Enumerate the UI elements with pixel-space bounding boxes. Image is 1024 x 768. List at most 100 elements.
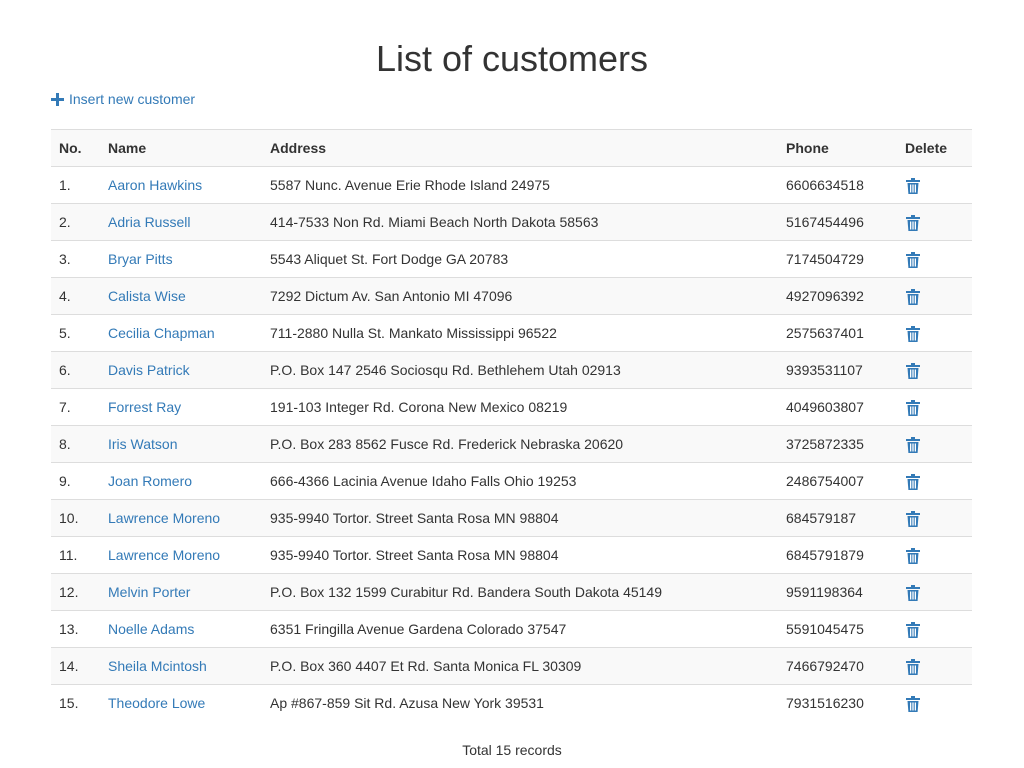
customer-name-link[interactable]: Adria Russell [108, 214, 190, 230]
customer-name-link[interactable]: Noelle Adams [108, 621, 194, 637]
address-cell: P.O. Box 132 1599 Curabitur Rd. Bandera … [262, 573, 778, 611]
header-no: No. [51, 129, 100, 167]
row-number: 3. [51, 240, 100, 278]
customer-name-link[interactable]: Lawrence Moreno [108, 547, 220, 563]
address-cell: Ap #867-859 Sit Rd. Azusa New York 39531 [262, 684, 778, 722]
address-cell: P.O. Box 283 8562 Fusce Rd. Frederick Ne… [262, 425, 778, 463]
customer-name-link[interactable]: Cecilia Chapman [108, 325, 215, 341]
address-cell: P.O. Box 360 4407 Et Rd. Santa Monica FL… [262, 647, 778, 685]
row-number: 15. [51, 684, 100, 722]
customer-name-link[interactable]: Lawrence Moreno [108, 510, 220, 526]
trash-icon[interactable] [906, 658, 920, 675]
phone-cell: 6845791879 [778, 536, 897, 574]
table-row: 13. Noelle Adams 6351 Fringilla Avenue Gar… [51, 610, 972, 648]
customer-name-link[interactable]: Davis Patrick [108, 362, 190, 378]
address-cell: 414-7533 Non Rd. Miami Beach North Dakot… [262, 203, 778, 241]
row-number: 13. [51, 610, 100, 648]
row-number: 6. [51, 351, 100, 389]
name-cell: Aaron Hawkins [100, 166, 262, 204]
customer-name-link[interactable]: Calista Wise [108, 288, 186, 304]
row-number: 10. [51, 499, 100, 537]
row-number: 12. [51, 573, 100, 611]
table-row: 3. Bryar Pitts 5543 Aliquet St. Fort Dodge… [51, 240, 972, 278]
address-cell: 191-103 Integer Rd. Corona New Mexico 08… [262, 388, 778, 426]
delete-cell [897, 166, 972, 204]
customer-name-link[interactable]: Aaron Hawkins [108, 177, 202, 193]
row-number: 11. [51, 536, 100, 574]
address-cell: P.O. Box 147 2546 Sociosqu Rd. Bethlehem… [262, 351, 778, 389]
name-cell: Calista Wise [100, 277, 262, 315]
name-cell: Adria Russell [100, 203, 262, 241]
customer-name-link[interactable]: Bryar Pitts [108, 251, 173, 267]
phone-cell: 2486754007 [778, 462, 897, 500]
table-row: 1. Aaron Hawkins 5587 Nunc. Avenue Erie Rh… [51, 166, 972, 204]
delete-cell [897, 536, 972, 574]
header-delete: Delete [897, 129, 972, 167]
row-number: 1. [51, 166, 100, 204]
address-cell: 5587 Nunc. Avenue Erie Rhode Island 2497… [262, 166, 778, 204]
table-row: 8. Iris Watson P.O. Box 283 8562 Fusce Rd.… [51, 425, 972, 463]
trash-icon[interactable] [906, 325, 920, 342]
trash-icon[interactable] [906, 177, 920, 194]
table-row: 4. Calista Wise 7292 Dictum Av. San Antoni… [51, 277, 972, 315]
customer-name-link[interactable]: Melvin Porter [108, 584, 190, 600]
trash-icon[interactable] [906, 547, 920, 564]
trash-icon[interactable] [906, 288, 920, 305]
trash-icon[interactable] [906, 695, 920, 712]
phone-cell: 3725872335 [778, 425, 897, 463]
address-cell: 935-9940 Tortor. Street Santa Rosa MN 98… [262, 536, 778, 574]
delete-cell [897, 647, 972, 685]
name-cell: Iris Watson [100, 425, 262, 463]
row-number: 4. [51, 277, 100, 315]
table-row: 15. Theodore Lowe Ap #867-859 Sit Rd. Azus… [51, 684, 972, 722]
phone-cell: 7931516230 [778, 684, 897, 722]
row-number: 2. [51, 203, 100, 241]
customer-name-link[interactable]: Forrest Ray [108, 399, 181, 415]
delete-cell [897, 351, 972, 389]
row-number: 8. [51, 425, 100, 463]
delete-cell [897, 462, 972, 500]
insert-customer-label: Insert new customer [69, 91, 196, 107]
row-number: 14. [51, 647, 100, 685]
delete-cell [897, 684, 972, 722]
phone-cell: 4049603807 [778, 388, 897, 426]
address-cell: 666-4366 Lacinia Avenue Idaho Falls Ohio… [262, 462, 778, 500]
insert-customer-link[interactable]: Insert new customer [51, 89, 195, 109]
trash-icon[interactable] [906, 436, 920, 453]
address-cell: 935-9940 Tortor. Street Santa Rosa MN 98… [262, 499, 778, 537]
customers-table: No. Name Address Phone Delete 1. Aaron Ha… [51, 129, 972, 722]
address-cell: 6351 Fringilla Avenue Gardena Colorado 3… [262, 610, 778, 648]
address-cell: 7292 Dictum Av. San Antonio MI 47096 [262, 277, 778, 315]
header-phone: Phone [778, 129, 897, 167]
phone-cell: 6606634518 [778, 166, 897, 204]
trash-icon[interactable] [906, 214, 920, 231]
header-address: Address [262, 129, 778, 167]
row-number: 7. [51, 388, 100, 426]
table-row: 2. Adria Russell 414-7533 Non Rd. Miami Be… [51, 203, 972, 241]
phone-cell: 684579187 [778, 499, 897, 537]
trash-icon[interactable] [906, 584, 920, 601]
delete-cell [897, 314, 972, 352]
name-cell: Theodore Lowe [100, 684, 262, 722]
delete-cell [897, 277, 972, 315]
delete-cell [897, 499, 972, 537]
customer-name-link[interactable]: Sheila Mcintosh [108, 658, 207, 674]
trash-icon[interactable] [906, 251, 920, 268]
trash-icon[interactable] [906, 362, 920, 379]
customer-name-link[interactable]: Theodore Lowe [108, 695, 205, 711]
table-row: 5. Cecilia Chapman 711-2880 Nulla St. Mank… [51, 314, 972, 352]
trash-icon[interactable] [906, 399, 920, 416]
trash-icon[interactable] [906, 510, 920, 527]
customer-name-link[interactable]: Iris Watson [108, 436, 178, 452]
trash-icon[interactable] [906, 473, 920, 490]
delete-cell [897, 203, 972, 241]
trash-icon[interactable] [906, 621, 920, 638]
table-row: 14. Sheila Mcintosh P.O. Box 360 4407 Et R… [51, 647, 972, 685]
customer-name-link[interactable]: Joan Romero [108, 473, 192, 489]
name-cell: Bryar Pitts [100, 240, 262, 278]
name-cell: Forrest Ray [100, 388, 262, 426]
address-cell: 711-2880 Nulla St. Mankato Mississippi 9… [262, 314, 778, 352]
name-cell: Sheila Mcintosh [100, 647, 262, 685]
name-cell: Joan Romero [100, 462, 262, 500]
phone-cell: 2575637401 [778, 314, 897, 352]
